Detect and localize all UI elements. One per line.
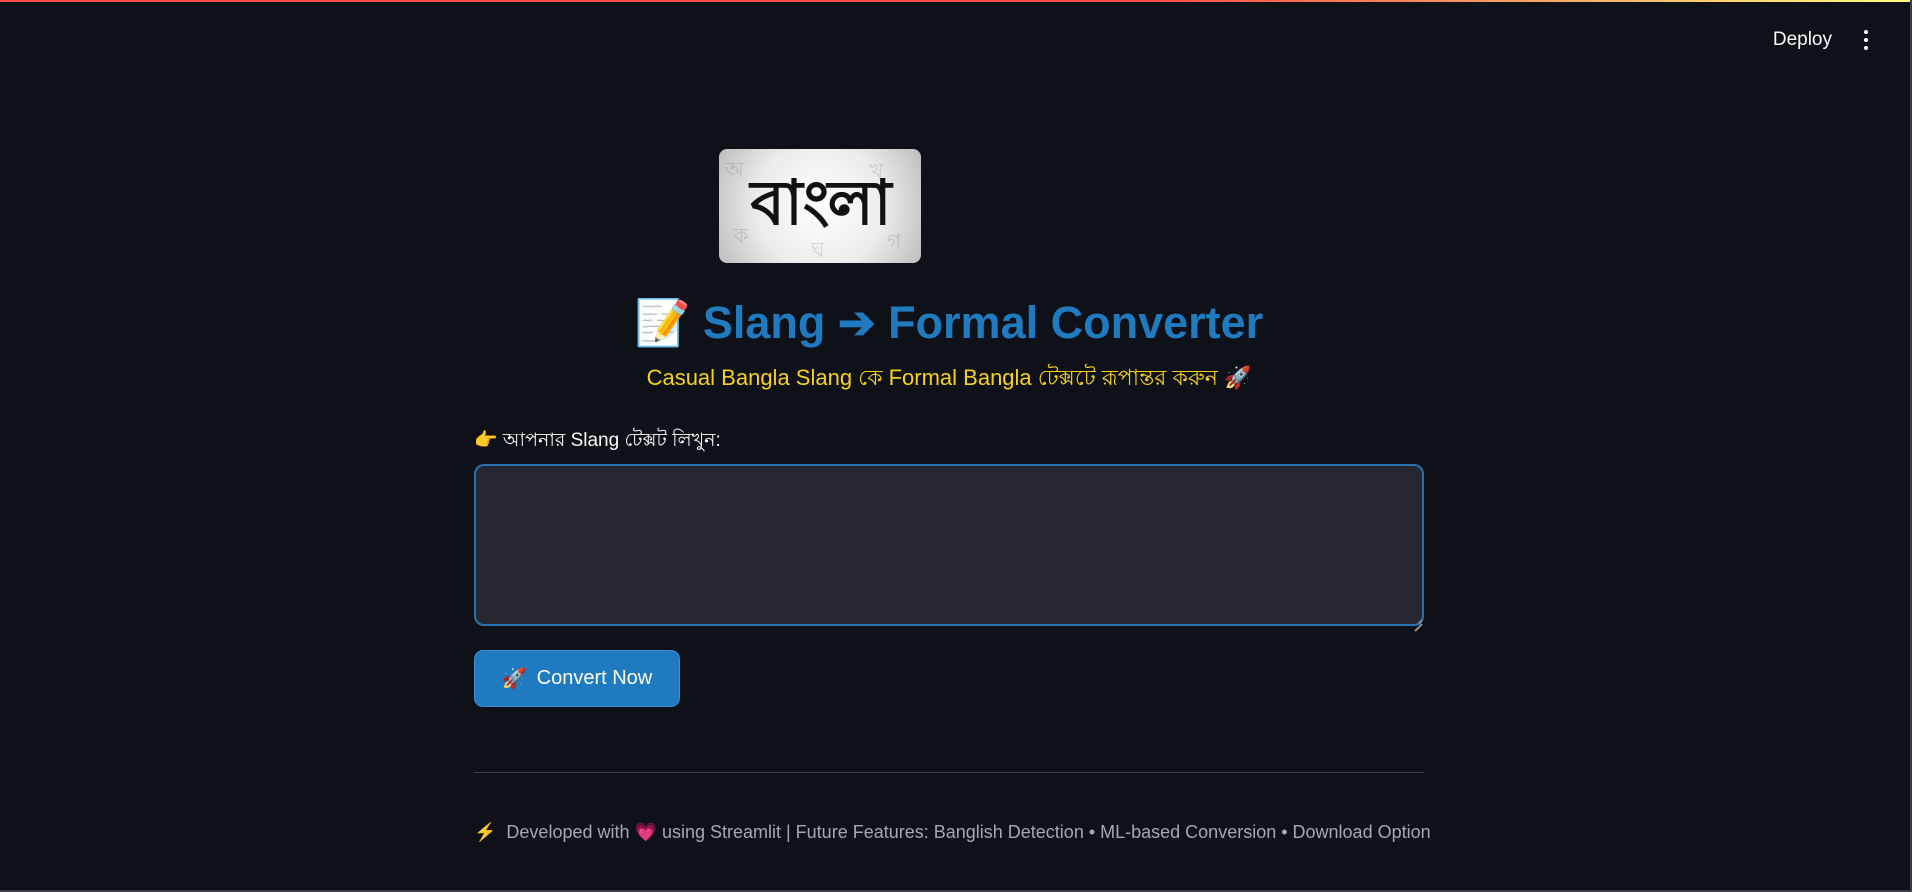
lightning-icon: ⚡	[474, 822, 497, 842]
convert-now-button[interactable]: 🚀 Convert Now	[474, 650, 680, 707]
textarea-resize-handle[interactable]	[1412, 614, 1422, 624]
heart-icon: 💗	[634, 822, 657, 842]
page-title: 📝 Slang ➔ Formal Converter	[474, 292, 1424, 354]
page-title-text: Slang ➔ Formal Converter	[702, 297, 1264, 348]
top-toolbar: Deploy	[1773, 28, 1872, 52]
top-decoration-bar	[0, 0, 1912, 2]
slang-input-label: 👉 আপনার Slang টেক্সট লিখুন:	[474, 430, 721, 451]
slang-text-input[interactable]	[474, 464, 1424, 626]
logo-text: বাংলা	[750, 166, 891, 239]
footer-text-after: using Streamlit | Future Features: Bangl…	[661, 822, 1431, 842]
rocket-icon: 🚀	[501, 668, 527, 690]
footer-text: ⚡ Developed with 💗 using Streamlit | Futu…	[474, 818, 1431, 846]
kebab-menu-icon[interactable]	[1860, 28, 1872, 52]
footer-divider	[474, 772, 1424, 773]
bangla-logo-image: অ ক খ গ ঘ বাংলা	[719, 149, 921, 263]
deploy-button[interactable]: Deploy	[1773, 29, 1832, 51]
page-subtitle: Casual Bangla Slang কে Formal Bangla টেক…	[646, 365, 1252, 390]
memo-icon: 📝	[634, 297, 691, 348]
app-root: Deploy অ ক খ গ ঘ বাংলা 📝 Slang ➔ Formal C…	[0, 0, 1912, 892]
convert-now-label: Convert Now	[536, 667, 653, 689]
footer-text-before: Developed with	[506, 822, 630, 842]
